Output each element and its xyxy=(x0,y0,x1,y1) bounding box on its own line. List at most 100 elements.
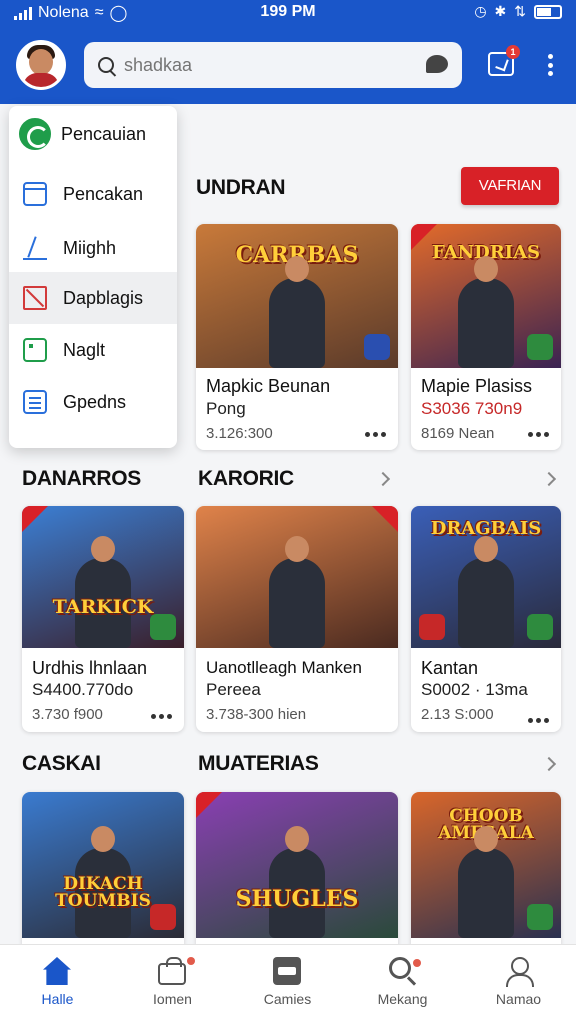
menu-item-label: Gpedns xyxy=(63,391,127,412)
menu-item-dapblagis[interactable]: Dapblagis xyxy=(9,272,177,324)
avatar[interactable] xyxy=(16,40,66,90)
platform-badge-icon xyxy=(150,904,176,930)
menu-item-label: Pencauian xyxy=(61,123,147,144)
shoe-icon xyxy=(23,236,47,260)
games-icon xyxy=(273,957,301,985)
game-card[interactable]: DIKACH TOUMBIS xyxy=(22,792,184,952)
close-box-icon xyxy=(23,286,47,310)
game-thumbnail: CARRBAS xyxy=(196,224,398,368)
platform-badge-icon xyxy=(419,614,445,640)
status-bar: Nolena ≈ ◯ 199 PM ◷ ✱ ⇅ xyxy=(0,0,576,26)
menu-item-label: Dapblagis xyxy=(63,287,144,308)
game-name: Uanotlleagh Manken xyxy=(206,658,362,677)
tag-icon xyxy=(22,506,48,532)
shopping-bag-icon xyxy=(158,957,186,985)
game-card[interactable]: FANDRIAS Mapie Plasiss S3036 730n9 8169 … xyxy=(411,224,561,450)
platform-badge-icon xyxy=(150,614,176,640)
search-input[interactable] xyxy=(124,54,424,76)
game-thumbnail: FANDRIAS xyxy=(411,224,561,368)
more-icon[interactable] xyxy=(151,714,172,719)
dropdown-menu: Pencauian Pencakan Miighh Dapblagis Nagl… xyxy=(9,106,177,448)
vibrate-icon: ⇅ xyxy=(514,3,526,19)
menu-item-label: Naglt xyxy=(63,339,106,360)
alarm-icon: ◷ xyxy=(474,3,487,19)
more-icon[interactable] xyxy=(528,432,549,437)
search-bar[interactable] xyxy=(84,42,462,88)
notification-dot xyxy=(413,959,421,967)
game-card[interactable]: CARRBAS Mapkic Beunan Pong 3.126:300 xyxy=(196,224,398,450)
game-thumbnail: DRAGBAIS xyxy=(411,506,561,648)
game-card[interactable]: DRAGBAIS Kantan S0002 · 13ma 2.13 S:000 xyxy=(411,506,561,732)
game-thumbnail: DIKACH TOUMBIS xyxy=(22,792,184,938)
section-title: MUATERIAS xyxy=(198,752,319,775)
game-card[interactable]: Uanotlleagh Manken Pereea 3.738-300 hien xyxy=(196,506,398,732)
bottom-navigation: Halle Iomen Camies Mekang Namao xyxy=(0,944,576,1024)
game-card[interactable]: CHOOB AMESALA xyxy=(411,792,561,952)
game-title-art: SHUGLES xyxy=(235,886,359,912)
section-title: KARORIC xyxy=(198,467,294,490)
game-card[interactable]: TARKICK Urdhis lhnlaan S4400.770do 3.730… xyxy=(22,506,184,732)
nav-label: Iomen xyxy=(153,991,192,1007)
platform-badge-icon xyxy=(364,334,390,360)
game-thumbnail: SHUGLES xyxy=(196,792,398,938)
game-meta: 2.13 S:000 xyxy=(421,706,494,723)
status-right: ◷ ✱ ⇅ xyxy=(474,3,562,20)
section-title: UNDRAN xyxy=(196,176,286,199)
nav-item-camies[interactable]: Camies xyxy=(230,945,345,1024)
nav-item-iomen[interactable]: Iomen xyxy=(115,945,230,1024)
game-meta: 3.730 f900 xyxy=(32,706,103,723)
game-subtitle: Pereea xyxy=(206,680,261,699)
menu-item-gpedns[interactable]: Gpedns xyxy=(9,376,177,428)
platform-badge-icon xyxy=(527,334,553,360)
game-thumbnail: CHOOB AMESALA xyxy=(411,792,561,938)
notification-badge: 1 xyxy=(506,45,520,59)
bluetooth-icon: ✱ xyxy=(494,3,507,19)
platform-badge-icon xyxy=(527,904,553,930)
chevron-right-icon[interactable] xyxy=(541,471,557,487)
game-subtitle: S4400.770do xyxy=(32,680,134,699)
game-name: Mapkic Beunan xyxy=(206,376,331,396)
tag-icon xyxy=(372,506,398,532)
game-subtitle: S3036 730n9 xyxy=(421,399,523,418)
calendar-icon xyxy=(23,182,47,206)
nav-item-mekang[interactable]: Mekang xyxy=(345,945,460,1024)
nav-item-namao[interactable]: Namao xyxy=(461,945,576,1024)
game-name: Urdhis lhnlaan xyxy=(32,658,148,678)
home-icon xyxy=(43,957,71,985)
spinner-icon xyxy=(19,118,51,150)
tag-icon xyxy=(196,792,222,818)
user-icon xyxy=(504,957,534,987)
menu-item-label: Miighh xyxy=(63,237,117,258)
menu-item-label: Pencakan xyxy=(63,183,144,204)
notification-dot xyxy=(187,957,195,965)
game-subtitle: Pong xyxy=(206,399,246,418)
menu-item-pencakan[interactable]: Pencakan xyxy=(9,168,177,220)
game-thumbnail xyxy=(196,506,398,648)
platform-badge-icon xyxy=(527,614,553,640)
menu-item-miighh[interactable]: Miighh xyxy=(9,222,177,274)
game-card[interactable]: SHUGLES xyxy=(196,792,398,952)
game-name: Kantan xyxy=(421,658,479,678)
battery-icon xyxy=(534,4,562,19)
game-subtitle: S0002 · 13ma xyxy=(421,680,528,699)
menu-item-pencauian[interactable]: Pencauian xyxy=(9,108,177,160)
note-icon xyxy=(23,338,47,362)
search-icon xyxy=(389,957,411,979)
chevron-right-icon[interactable] xyxy=(541,756,557,772)
top-app-bar: Nolena ≈ ◯ 199 PM ◷ ✱ ⇅ 1 xyxy=(0,0,576,104)
chat-icon[interactable] xyxy=(426,55,448,73)
nav-label: Halle xyxy=(41,991,74,1007)
nav-item-home[interactable]: Halle xyxy=(0,945,115,1024)
nav-label: Namao xyxy=(495,991,542,1007)
nav-label: Camies xyxy=(263,991,312,1007)
more-options-icon[interactable] xyxy=(548,54,554,76)
nav-label: Mekang xyxy=(377,991,428,1007)
search-icon xyxy=(98,57,114,73)
section-action-button[interactable]: VAFRIAN xyxy=(461,167,559,205)
game-meta: 3.738-300 hien xyxy=(206,706,307,723)
chevron-right-icon[interactable] xyxy=(375,471,391,487)
more-icon[interactable] xyxy=(365,432,386,437)
menu-item-naglt[interactable]: Naglt xyxy=(9,324,177,376)
more-icon[interactable] xyxy=(528,718,549,723)
game-meta: 3.126:300 xyxy=(206,425,273,442)
